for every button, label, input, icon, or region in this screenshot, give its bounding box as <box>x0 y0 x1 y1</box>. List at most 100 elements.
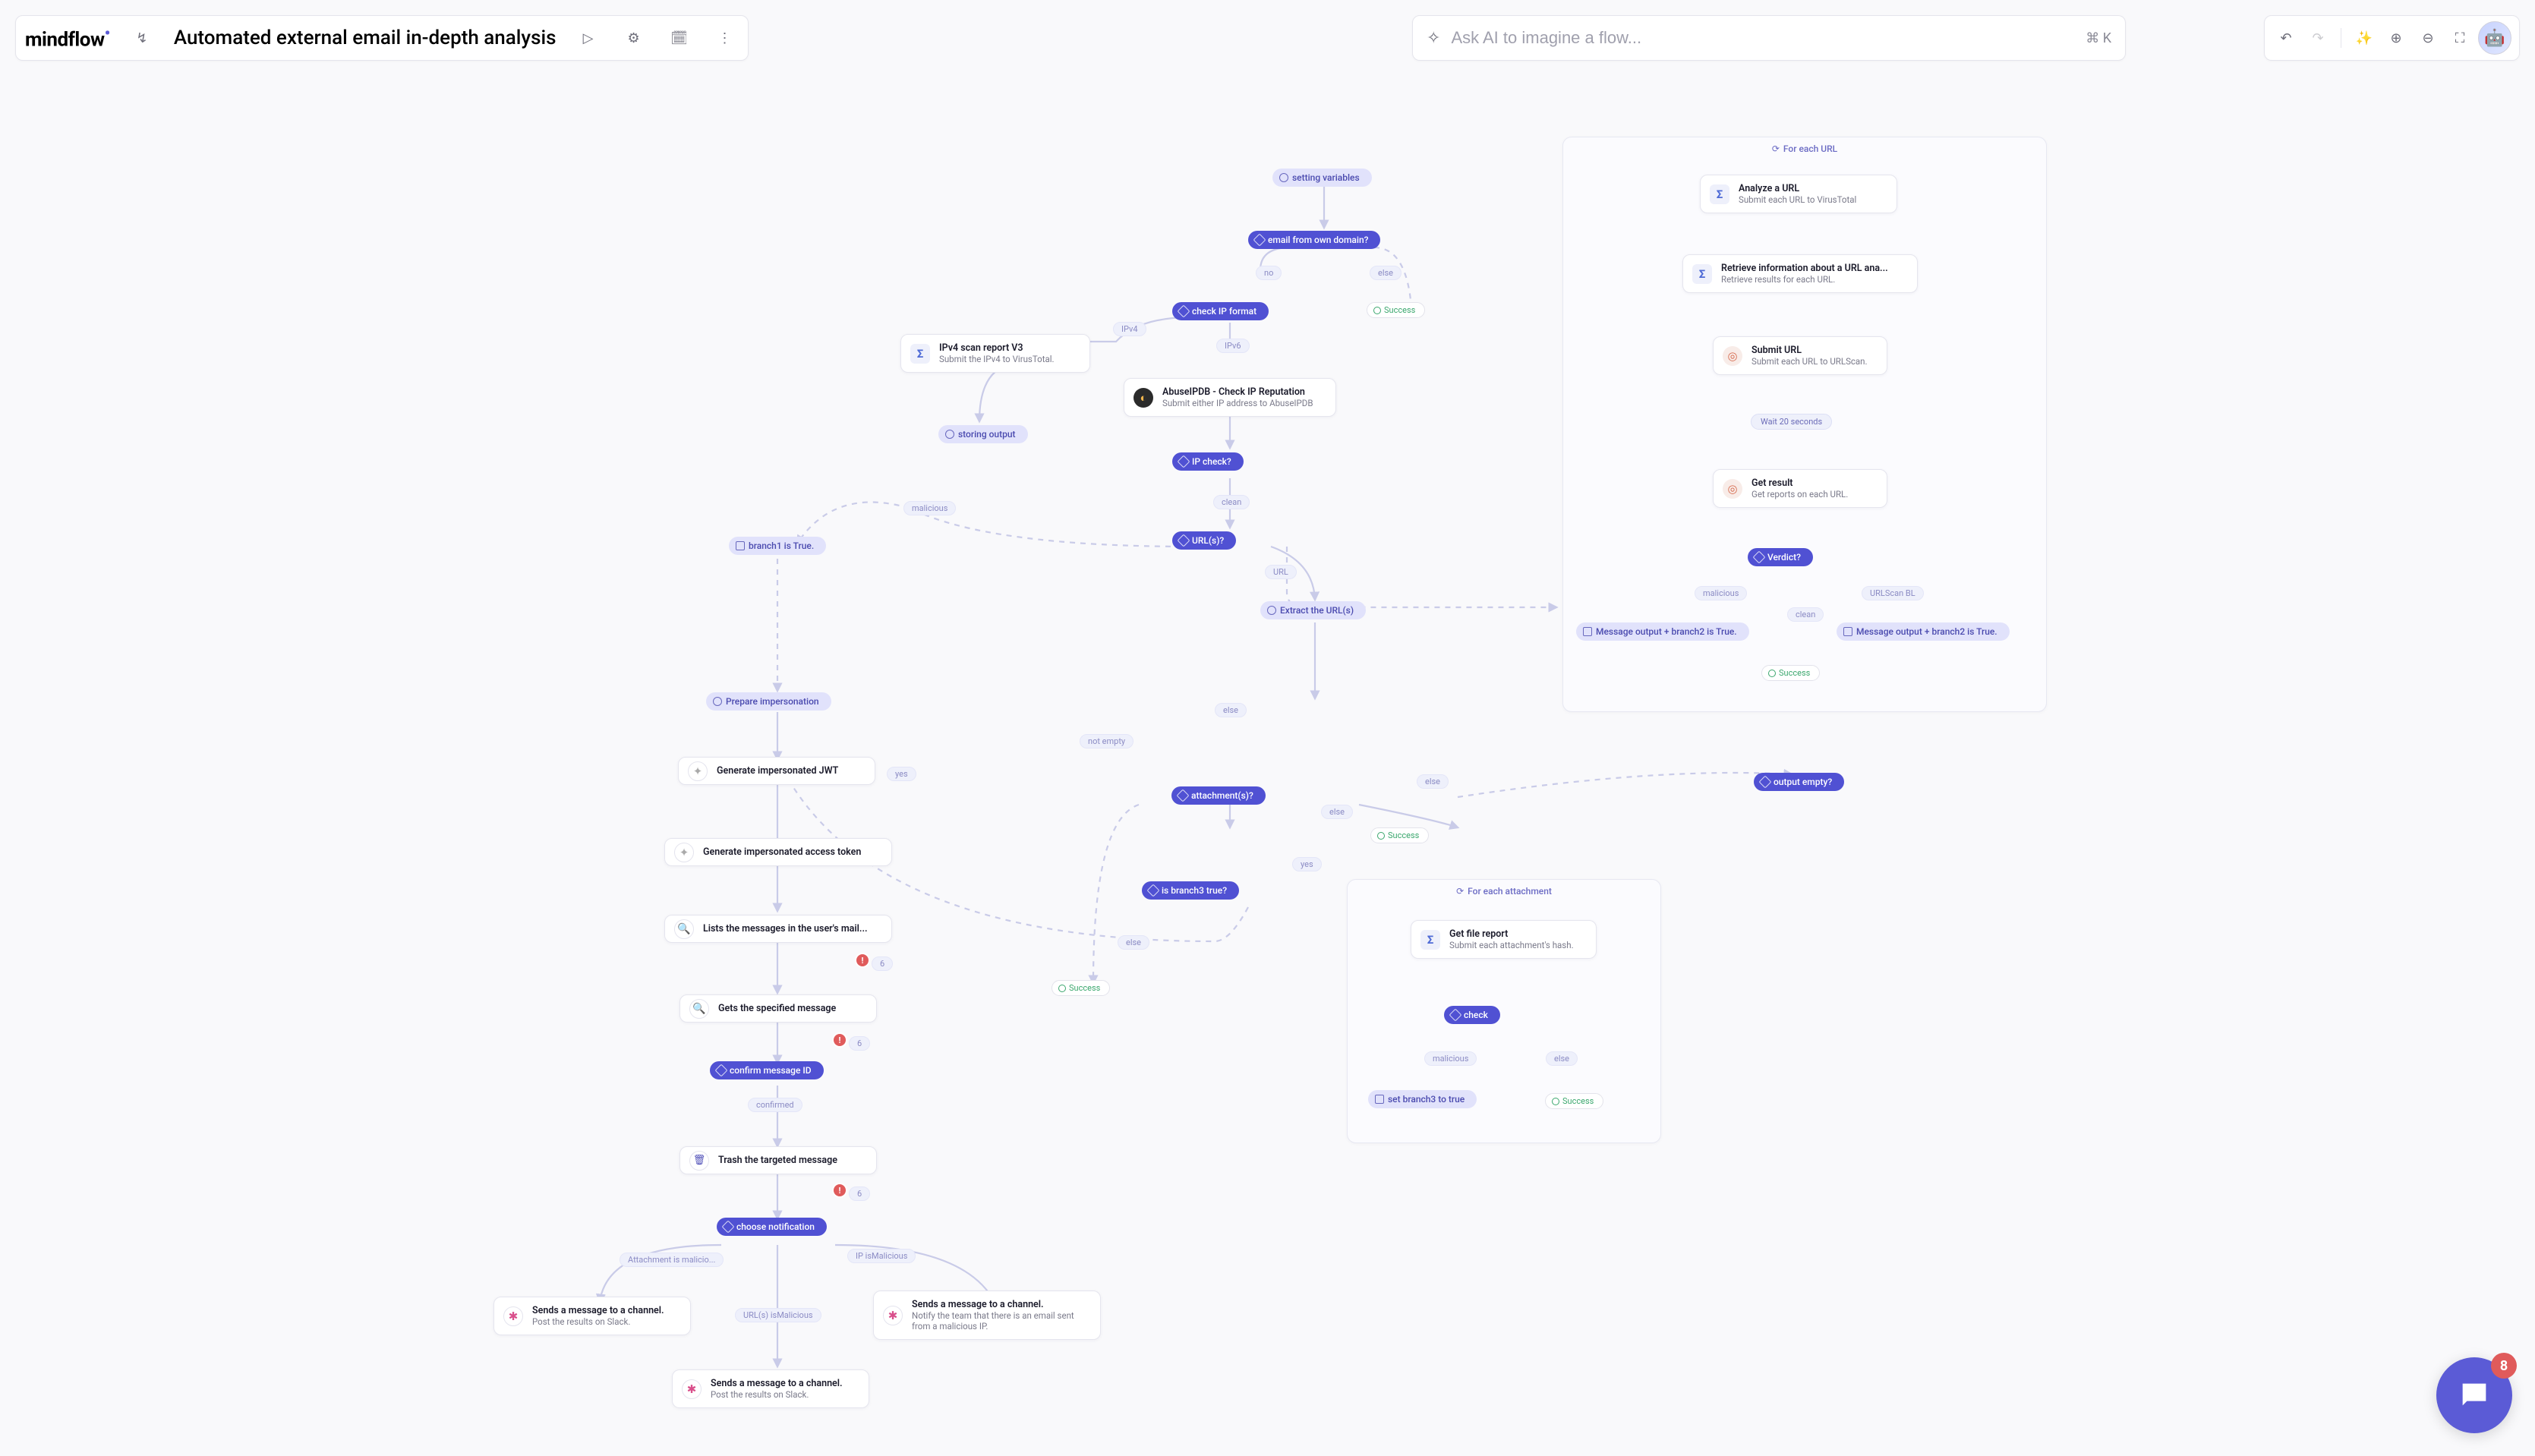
edge-label-yes: yes <box>1292 857 1322 871</box>
card-subtitle: Submit the IPv4 to VirusTotal. <box>939 354 1077 364</box>
card-slack-1[interactable]: Sends a message to a channel. Post the r… <box>493 1297 691 1335</box>
node-success[interactable]: Success <box>1370 827 1429 843</box>
card-get-file-report[interactable]: Get file report Submit each attachment's… <box>1411 920 1597 959</box>
node-check[interactable]: check <box>1444 1006 1500 1024</box>
card-trash-message[interactable]: Trash the targeted message <box>679 1146 877 1174</box>
group-title: For each attachment <box>1468 886 1552 897</box>
edge-label-attach-mal: Attachment is malicio... <box>620 1253 724 1267</box>
search-icon <box>674 919 694 939</box>
card-title: Lists the messages in the user's mail... <box>703 923 879 934</box>
node-success[interactable]: Success <box>1761 665 1820 681</box>
node-wait-20s[interactable]: Wait 20 seconds <box>1751 414 1832 430</box>
edge-label-else: else <box>1546 1051 1578 1066</box>
node-msg-output-b2-a[interactable]: Message output + branch2 is True. <box>1576 622 1749 641</box>
node-msg-output-b2-b[interactable]: Message output + branch2 is True. <box>1837 622 2010 641</box>
edge-label-yes: yes <box>887 767 916 781</box>
node-setting-variables[interactable]: setting variables <box>1272 169 1372 187</box>
card-get-message[interactable]: Gets the specified message <box>679 994 877 1023</box>
virustotal-icon <box>1420 930 1440 950</box>
card-slack-2[interactable]: Sends a message to a channel. Post the r… <box>672 1369 869 1408</box>
card-title: Analyze a URL <box>1739 183 1884 194</box>
card-title: Retrieve information about a URL ana... <box>1721 263 1905 274</box>
node-prepare-impersonation[interactable]: Prepare impersonation <box>706 692 831 711</box>
chat-icon <box>2457 1378 2492 1413</box>
intercom-launcher[interactable]: 8 <box>2436 1357 2512 1433</box>
card-subtitle: Submit each URL to URLScan. <box>1751 356 1874 367</box>
node-storing-output[interactable]: storing output <box>938 425 1028 443</box>
gcp-icon <box>674 843 694 862</box>
edge-label-malicious: malicious <box>903 501 956 515</box>
virustotal-icon <box>1710 184 1729 204</box>
abuseipdb-icon <box>1133 388 1153 408</box>
edges-layer <box>0 0 2535 1456</box>
node-success[interactable]: Success <box>1545 1093 1603 1109</box>
edge-label-clean: clean <box>1787 607 1824 622</box>
error-count: 6 <box>849 1036 870 1051</box>
edge-label-no: no <box>1256 266 1282 280</box>
card-title: Get file report <box>1449 928 1584 940</box>
slack-icon <box>503 1306 523 1326</box>
card-title: Sends a message to a channel. <box>912 1299 1088 1310</box>
error-count: 6 <box>872 956 893 971</box>
node-extract-urls[interactable]: Extract the URL(s) <box>1260 601 1366 619</box>
node-confirm-message-id[interactable]: confirm message ID <box>710 1061 824 1079</box>
card-retrieve-url[interactable]: Retrieve information about a URL ana... … <box>1682 254 1918 293</box>
card-title: Generate impersonated JWT <box>717 765 862 777</box>
node-check-ip-format[interactable]: check IP format <box>1172 302 1269 320</box>
card-jwt[interactable]: Generate impersonated JWT <box>678 757 875 785</box>
group-title: For each URL <box>1783 143 1837 154</box>
intercom-badge: 8 <box>2491 1353 2517 1379</box>
card-subtitle: Notify the team that there is an email s… <box>912 1310 1088 1332</box>
card-title: Submit URL <box>1751 345 1874 356</box>
node-email-own-domain[interactable]: email from own domain? <box>1248 231 1380 249</box>
edge-label-url-mal: URL(s) isMalicious <box>735 1308 821 1322</box>
edge-label-ipv4: IPv4 <box>1113 322 1146 336</box>
edge-label-ip-mal: IP isMalicious <box>847 1249 916 1263</box>
card-slack-3[interactable]: Sends a message to a channel. Notify the… <box>873 1291 1101 1340</box>
node-urls-question[interactable]: URL(s)? <box>1172 531 1236 550</box>
node-attachments-question[interactable]: attachment(s)? <box>1171 786 1266 805</box>
node-branch1-true[interactable]: branch1 is True. <box>729 537 826 555</box>
edge-label-confirmed: confirmed <box>748 1098 802 1112</box>
card-subtitle: Submit each URL to VirusTotal <box>1739 194 1884 205</box>
edge-label-else: else <box>1215 703 1247 717</box>
virustotal-icon <box>910 344 930 364</box>
card-ipv4-scan[interactable]: IPv4 scan report V3 Submit the IPv4 to V… <box>900 334 1090 373</box>
error-badge[interactable]: ! <box>834 1034 846 1046</box>
node-set-branch3-true[interactable]: set branch3 to true <box>1368 1090 1477 1108</box>
urlscan-icon <box>1723 479 1742 499</box>
card-title: Get result <box>1751 477 1874 489</box>
edge-label-clean: clean <box>1213 495 1250 509</box>
error-badge[interactable]: ! <box>834 1184 846 1196</box>
card-subtitle: Post the results on Slack. <box>532 1316 678 1327</box>
node-choose-notification[interactable]: choose notification <box>717 1218 827 1236</box>
node-verdict[interactable]: Verdict? <box>1748 548 1813 566</box>
gcp-icon <box>688 761 708 781</box>
node-output-empty[interactable]: output empty? <box>1754 773 1844 791</box>
card-title: Sends a message to a channel. <box>711 1378 856 1389</box>
edge-label-malicious: malicious <box>1424 1051 1477 1066</box>
card-title: Sends a message to a channel. <box>532 1305 678 1316</box>
card-access-token[interactable]: Generate impersonated access token <box>664 838 892 866</box>
card-title: IPv4 scan report V3 <box>939 342 1077 354</box>
card-title: Trash the targeted message <box>718 1155 864 1166</box>
node-is-branch3-true[interactable]: is branch3 true? <box>1142 881 1239 900</box>
edge-label-not-empty: not empty <box>1080 734 1133 748</box>
error-badge[interactable]: ! <box>856 954 869 966</box>
card-title: Gets the specified message <box>718 1003 864 1014</box>
flow-canvas[interactable]: setting variables email from own domain?… <box>0 0 2535 1456</box>
edge-label-urlscan-bl: URLScan BL <box>1862 586 1924 600</box>
node-ip-check[interactable]: IP check? <box>1172 452 1244 471</box>
card-get-result[interactable]: Get result Get reports on each URL. <box>1713 469 1887 508</box>
card-submit-url[interactable]: Submit URL Submit each URL to URLScan. <box>1713 336 1887 375</box>
card-subtitle: Post the results on Slack. <box>711 1389 856 1400</box>
node-success[interactable]: Success <box>1052 980 1110 996</box>
node-success[interactable]: Success <box>1367 302 1425 318</box>
card-abuseipdb[interactable]: AbuseIPDB - Check IP Reputation Submit e… <box>1124 378 1336 417</box>
card-title: AbuseIPDB - Check IP Reputation <box>1162 386 1323 398</box>
slack-icon <box>883 1306 903 1325</box>
edge-label-else: else <box>1118 935 1149 950</box>
card-analyze-url[interactable]: Analyze a URL Submit each URL to VirusTo… <box>1700 175 1897 213</box>
card-list-messages[interactable]: Lists the messages in the user's mail... <box>664 915 892 943</box>
virustotal-icon <box>1692 264 1712 284</box>
